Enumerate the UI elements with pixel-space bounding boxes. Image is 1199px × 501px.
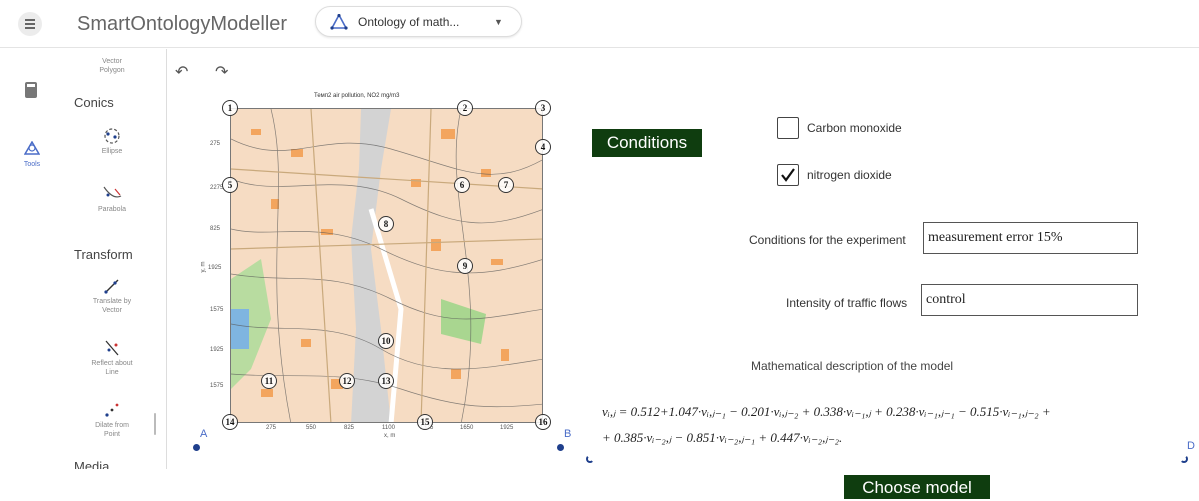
station-marker[interactable]: 9 [457, 258, 473, 274]
choose-model-button[interactable]: Choose model [844, 475, 990, 499]
translate-vector-icon [104, 279, 119, 294]
tool-dilate[interactable]: Dilate from Point [63, 399, 161, 439]
station-marker[interactable]: 16 [535, 414, 551, 430]
x-tick: 550 [306, 425, 317, 431]
y-tick: 275 [210, 141, 221, 147]
tool-dilate-label: Dilate from Point [95, 422, 129, 438]
x-tick: 1100 [382, 425, 395, 431]
tools-icon [23, 140, 41, 155]
section-transform: Transform [74, 247, 133, 262]
section-conics: Conics [74, 95, 114, 110]
point-a-label: A [200, 428, 208, 440]
ontology-select-label: Ontology of math... [358, 15, 460, 29]
station-marker[interactable]: 4 [535, 139, 551, 155]
traffic-input[interactable]: control [921, 284, 1138, 316]
point-d-arc[interactable] [1180, 455, 1188, 463]
y-tick: 1925 [210, 347, 224, 353]
nitrogen-dioxide-checkbox[interactable] [777, 164, 799, 186]
tool-reflect[interactable]: Reflect about Line [63, 337, 161, 377]
tool-translate[interactable]: Translate by Vector [63, 275, 161, 315]
station-marker[interactable]: 11 [261, 373, 277, 389]
redo-icon[interactable]: ↷ [215, 62, 228, 82]
parabola-icon [103, 186, 122, 198]
y-tick: 1575 [210, 383, 224, 389]
triangle-tool-icon [330, 14, 348, 30]
y-tick: 1575 [210, 307, 224, 313]
ontology-select[interactable]: Ontology of math... ▼ [315, 6, 522, 37]
checkmark-icon [781, 168, 795, 182]
experiment-label: Conditions for the experiment [749, 233, 906, 247]
experiment-input[interactable]: measurement error 15% [923, 222, 1138, 254]
tools-scrollbar[interactable] [154, 413, 156, 435]
rail-tools-label: Tools [23, 161, 41, 168]
tool-vector-polygon[interactable]: Vector Polygon [63, 57, 161, 75]
nitrogen-dioxide-label: nitrogen dioxide [807, 168, 892, 182]
point-b-label: B [564, 428, 572, 440]
station-marker[interactable]: 2 [457, 100, 473, 116]
chevron-down-icon: ▼ [494, 17, 503, 27]
conditions-button[interactable]: Conditions [592, 129, 702, 157]
x-tick: 275 [266, 425, 277, 431]
tool-ellipse-label: Ellipse [101, 148, 123, 155]
station-marker[interactable]: 10 [378, 333, 394, 349]
ellipse-icon [104, 128, 120, 144]
station-marker[interactable]: 3 [535, 100, 551, 116]
station-marker[interactable]: 8 [378, 216, 394, 232]
y-tick: 825 [210, 226, 221, 232]
x-tick: 825 [344, 425, 355, 431]
tool-parabola-label: Parabola [97, 206, 127, 213]
carbon-monoxide-label: Carbon monoxide [807, 121, 902, 135]
tool-translate-label: Translate by Vector [92, 298, 132, 314]
map-title: Темп2 air pollution, NO2 mg/m3 [314, 93, 400, 99]
x-tick: 1925 [500, 425, 514, 431]
point-a[interactable] [193, 444, 200, 451]
x-tick: 1650 [460, 425, 474, 431]
model-formula-line-1: vᵢ,ⱼ = 0.512+1.047·vᵢ,ⱼ₋₁ − 0.201·vᵢ,ⱼ₋₂… [602, 404, 1051, 419]
point-c-arc[interactable] [586, 455, 594, 463]
station-marker[interactable]: 1 [222, 100, 238, 116]
app-header: SmartOntologyModeller Ontology of math..… [0, 0, 1199, 48]
tool-reflect-label: Reflect about Line [91, 360, 133, 376]
calculator-icon[interactable] [24, 81, 38, 99]
station-marker[interactable]: 14 [222, 414, 238, 430]
rail-tools-button[interactable]: Tools [20, 140, 44, 168]
station-marker[interactable]: 15 [417, 414, 433, 430]
station-marker[interactable]: 6 [454, 177, 470, 193]
traffic-label: Intensity of traffic flows [786, 296, 908, 310]
station-marker[interactable]: 13 [378, 373, 394, 389]
y-tick: 1925 [208, 265, 222, 271]
reflect-line-icon [105, 340, 119, 356]
tool-parabola[interactable]: Parabola [63, 183, 161, 214]
dilate-point-icon [105, 403, 119, 417]
point-b[interactable] [557, 444, 564, 451]
tool-vector-polygon-label: Vector Polygon [99, 58, 125, 74]
math-description-label: Mathematical description of the model [751, 359, 954, 373]
model-formula-line-2: + 0.385·vᵢ₋₂,ⱼ − 0.851·vᵢ₋₂,ⱼ₋₁ + 0.447·… [602, 430, 843, 445]
station-marker[interactable]: 12 [339, 373, 355, 389]
app-title: SmartOntologyModeller [77, 13, 288, 35]
y-axis-label: y, m [200, 261, 207, 273]
x-axis-label: x, m [384, 433, 396, 439]
hamburger-menu-icon[interactable] [18, 12, 42, 36]
station-marker[interactable]: 5 [222, 177, 238, 193]
station-marker[interactable]: 7 [498, 177, 514, 193]
carbon-monoxide-checkbox[interactable] [777, 117, 799, 139]
section-media: Media [74, 459, 110, 469]
tools-panel: Vector Polygon Conics Ellipse Parabola T… [63, 49, 167, 469]
undo-icon[interactable]: ↶ [175, 62, 188, 82]
left-rail: Tools [0, 49, 62, 499]
tool-ellipse[interactable]: Ellipse [63, 125, 161, 156]
pollution-map-frame: Темп2 air pollution, NO2 mg/m3 275 2275 … [200, 93, 554, 439]
point-d-label: D [1187, 440, 1195, 452]
